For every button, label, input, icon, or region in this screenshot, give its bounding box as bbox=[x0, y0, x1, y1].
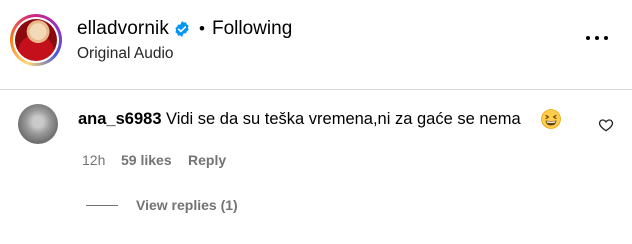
heart-outline-icon[interactable] bbox=[598, 117, 614, 133]
author-avatar[interactable] bbox=[10, 14, 62, 66]
more-options-icon[interactable] bbox=[584, 28, 610, 48]
original-audio-link[interactable]: Original Audio bbox=[77, 45, 174, 63]
grinning-squinting-face-icon bbox=[541, 109, 561, 129]
post-header: elladvornik • Following Original Audio bbox=[0, 0, 632, 90]
view-replies-line bbox=[86, 205, 118, 206]
comment-text: Vidi se da su teška vremena,ni za gaće s… bbox=[166, 110, 521, 128]
following-button[interactable]: Following bbox=[212, 18, 292, 40]
verified-badge-icon bbox=[175, 21, 189, 37]
header-separator: • bbox=[199, 19, 205, 38]
view-replies-button[interactable]: View replies (1) bbox=[136, 197, 238, 213]
reply-button[interactable]: Reply bbox=[188, 152, 226, 168]
header-divider bbox=[0, 89, 632, 90]
commenter-avatar[interactable] bbox=[18, 104, 58, 144]
commenter-username[interactable]: ana_s6983 bbox=[78, 110, 162, 129]
comment-likes[interactable]: 59 likes bbox=[121, 152, 172, 168]
author-username[interactable]: elladvornik bbox=[77, 18, 169, 40]
comment-timestamp: 12h bbox=[82, 152, 106, 168]
author-avatar-photo bbox=[15, 19, 57, 61]
